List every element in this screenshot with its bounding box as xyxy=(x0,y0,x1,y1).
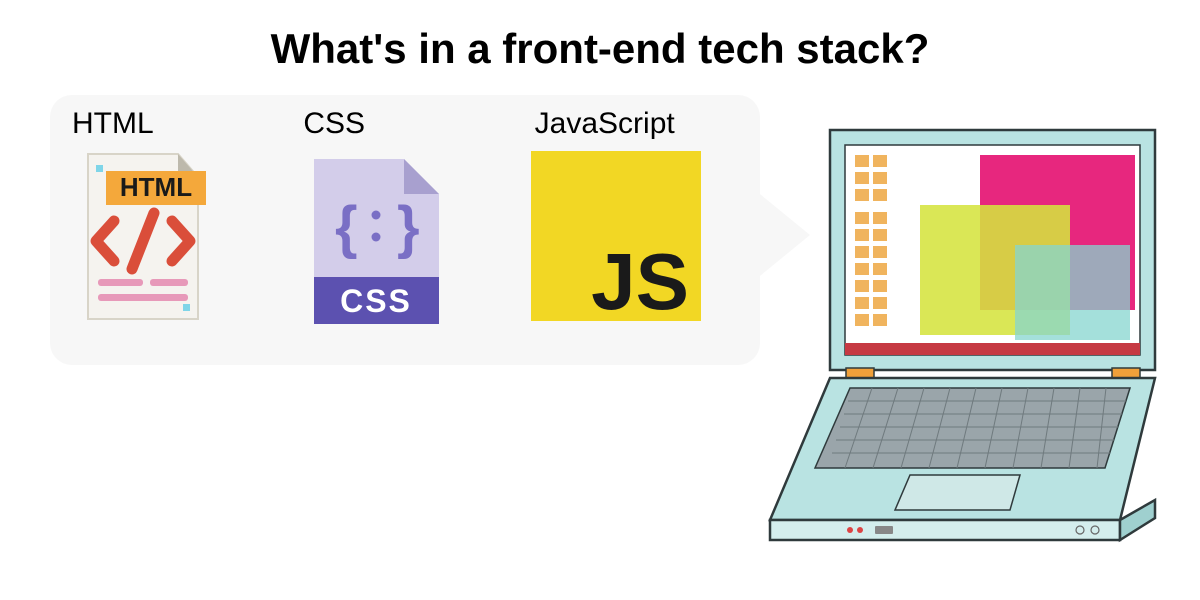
svg-text:{: { xyxy=(335,195,358,260)
html-badge-text: HTML xyxy=(120,172,192,202)
html-file-icon: HTML xyxy=(68,149,218,329)
tech-html: HTML HTML xyxy=(68,107,279,353)
tech-css-label: CSS xyxy=(303,107,365,141)
css-file-icon: { } CSS xyxy=(299,149,449,329)
tech-js-label: JavaScript xyxy=(535,107,675,141)
svg-text:}: } xyxy=(397,195,420,260)
laptop-illustration xyxy=(760,120,1180,550)
js-badge-text: JS xyxy=(591,237,689,326)
tech-css: CSS { } CSS xyxy=(299,107,510,353)
css-badge-text: CSS xyxy=(340,283,412,319)
tech-js: JavaScript JS xyxy=(531,107,742,353)
tech-html-label: HTML xyxy=(72,107,154,141)
diagram-title: What's in a front-end tech stack? xyxy=(0,0,1200,73)
js-logo-icon: JS xyxy=(531,149,681,329)
tech-panel: HTML HTML xyxy=(50,95,760,365)
